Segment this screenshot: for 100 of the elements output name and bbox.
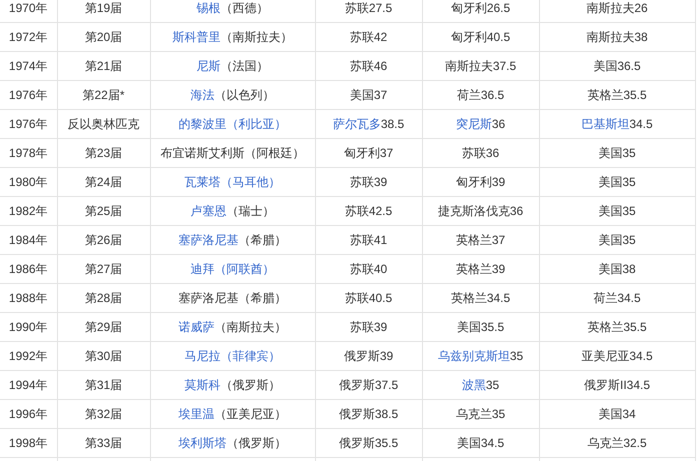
team-name: 美国 xyxy=(598,146,622,160)
table-cell: 第24届 xyxy=(84,174,122,188)
score: 40 xyxy=(374,262,388,276)
country-name-link[interactable]: （利比亚） xyxy=(226,116,286,130)
table-cell: 第20届 xyxy=(84,30,122,44)
city-name-link[interactable]: 的黎波里 xyxy=(178,116,226,130)
team-name: 苏联 xyxy=(350,320,374,334)
table-cell: 第28届 xyxy=(84,290,122,304)
score: 36 xyxy=(492,116,506,130)
team-name-link[interactable]: 乌兹别克斯坦 xyxy=(438,348,510,362)
score: 38.5 xyxy=(374,406,398,420)
table-cell: 1996年 xyxy=(8,406,48,420)
score: 35.5 xyxy=(623,88,647,102)
score: 46 xyxy=(374,58,388,72)
table-cell: 1994年 xyxy=(8,378,48,392)
city-name-link[interactable]: 埃里温 xyxy=(178,406,214,420)
team-name-link[interactable]: 突尼斯 xyxy=(456,116,492,130)
team-name: 匈牙利 xyxy=(456,174,492,188)
score: 38 xyxy=(634,30,648,44)
score: 34.5 xyxy=(486,290,510,304)
team-name-link[interactable]: 巴基斯坦 xyxy=(581,116,630,130)
score: 39 xyxy=(492,174,506,188)
team-name: 苏联 xyxy=(462,146,486,160)
country-name-link[interactable]: （菲律宾） xyxy=(220,348,280,362)
team-name: 苏联 xyxy=(350,30,374,44)
city-name-link[interactable]: 斯科普里 xyxy=(172,30,220,44)
table-cell: 1972年 xyxy=(8,30,48,44)
team-name: 南斯拉夫 xyxy=(586,30,634,44)
score: 34.5 xyxy=(629,116,653,130)
score: 34.5 xyxy=(617,290,641,304)
score: 32.5 xyxy=(623,436,647,450)
score: 37.5 xyxy=(492,58,516,72)
score: 36 xyxy=(510,204,524,218)
score: 37 xyxy=(380,146,394,160)
city-name-link[interactable]: 海法 xyxy=(190,88,214,102)
country-name-link[interactable]: （阿联酋） xyxy=(214,262,274,276)
score: 35.5 xyxy=(374,436,398,450)
city-name-link[interactable]: 锡根 xyxy=(196,0,220,14)
score: 35 xyxy=(492,406,506,420)
score: 42 xyxy=(374,30,388,44)
team-name: 英格兰 xyxy=(456,232,492,246)
team-name: 英格兰 xyxy=(587,320,624,334)
team-name: 荷兰 xyxy=(593,290,618,304)
city-name-link[interactable]: 塞萨洛尼基 xyxy=(178,232,238,246)
team-name: 苏联 xyxy=(344,204,369,218)
team-name: 南斯拉夫 xyxy=(444,58,493,72)
table-cell: 1998年 xyxy=(8,436,48,450)
team-name: 匈牙利 xyxy=(344,146,380,160)
city-name-link[interactable]: 尼斯 xyxy=(196,58,220,72)
table-cell: 第32届 xyxy=(84,406,122,420)
city-name-link[interactable]: 迪拜 xyxy=(190,262,214,276)
city-name-link[interactable]: 莫斯科 xyxy=(184,378,220,392)
table-cell: 第27届 xyxy=(84,262,122,276)
team-name: 俄罗斯 xyxy=(344,348,380,362)
score: 39 xyxy=(374,174,388,188)
table-cell: 1988年 xyxy=(8,290,48,304)
table-cell: 第21届 xyxy=(84,58,122,72)
score: 37 xyxy=(374,88,388,102)
team-name: 美国 xyxy=(598,262,622,276)
score: 26 xyxy=(634,0,648,14)
table-cell: 1976年 xyxy=(8,88,48,102)
country-name: （南斯拉夫） xyxy=(214,320,286,334)
table-cell: 1986年 xyxy=(8,262,48,276)
city-name: 布宜诺斯艾利斯 xyxy=(160,146,244,160)
score: 38.5 xyxy=(380,116,404,130)
score: 35 xyxy=(486,378,500,392)
team-name-link[interactable]: 萨尔瓦多 xyxy=(332,116,381,130)
table-cell: 1982年 xyxy=(8,204,48,218)
city-name-link[interactable]: 马尼拉 xyxy=(184,348,220,362)
score: 36.5 xyxy=(617,58,641,72)
country-name: （希腊） xyxy=(238,232,286,246)
team-name: 乌克兰 xyxy=(587,436,624,450)
team-name: 美国 xyxy=(456,436,481,450)
country-name: （法国） xyxy=(220,58,268,72)
score: 36.5 xyxy=(480,88,504,102)
score: 26.5 xyxy=(486,0,510,14)
city-name-link[interactable]: 诺威萨 xyxy=(178,320,214,334)
country-name: （以色列） xyxy=(214,88,274,102)
team-name: 美国 xyxy=(593,58,618,72)
team-name-link[interactable]: 波黑 xyxy=(462,378,486,392)
team-name: 英格兰 xyxy=(456,262,492,276)
team-name: 美国 xyxy=(598,232,622,246)
score: 35 xyxy=(622,204,636,218)
score: 27.5 xyxy=(368,0,392,14)
city-name-link[interactable]: 埃利斯塔 xyxy=(178,436,226,450)
country-name-link[interactable]: （马耳他） xyxy=(220,174,280,188)
team-name: 俄罗斯II xyxy=(584,378,627,392)
score: 41 xyxy=(374,232,388,246)
table-cell: 1970年 xyxy=(8,0,48,14)
team-name: 俄罗斯 xyxy=(338,406,375,420)
city-name-link[interactable]: 卢塞恩 xyxy=(190,204,226,218)
city-name-link[interactable]: 瓦莱塔 xyxy=(184,174,220,188)
team-name: 美国 xyxy=(456,320,481,334)
team-name: 苏联 xyxy=(350,58,374,72)
table-cell: 第31届 xyxy=(84,378,122,392)
score: 34 xyxy=(622,406,636,420)
team-name: 美国 xyxy=(598,204,622,218)
score: 39 xyxy=(492,262,506,276)
country-name: （亚美尼亚） xyxy=(214,406,286,420)
team-name: 荷兰 xyxy=(456,88,481,102)
